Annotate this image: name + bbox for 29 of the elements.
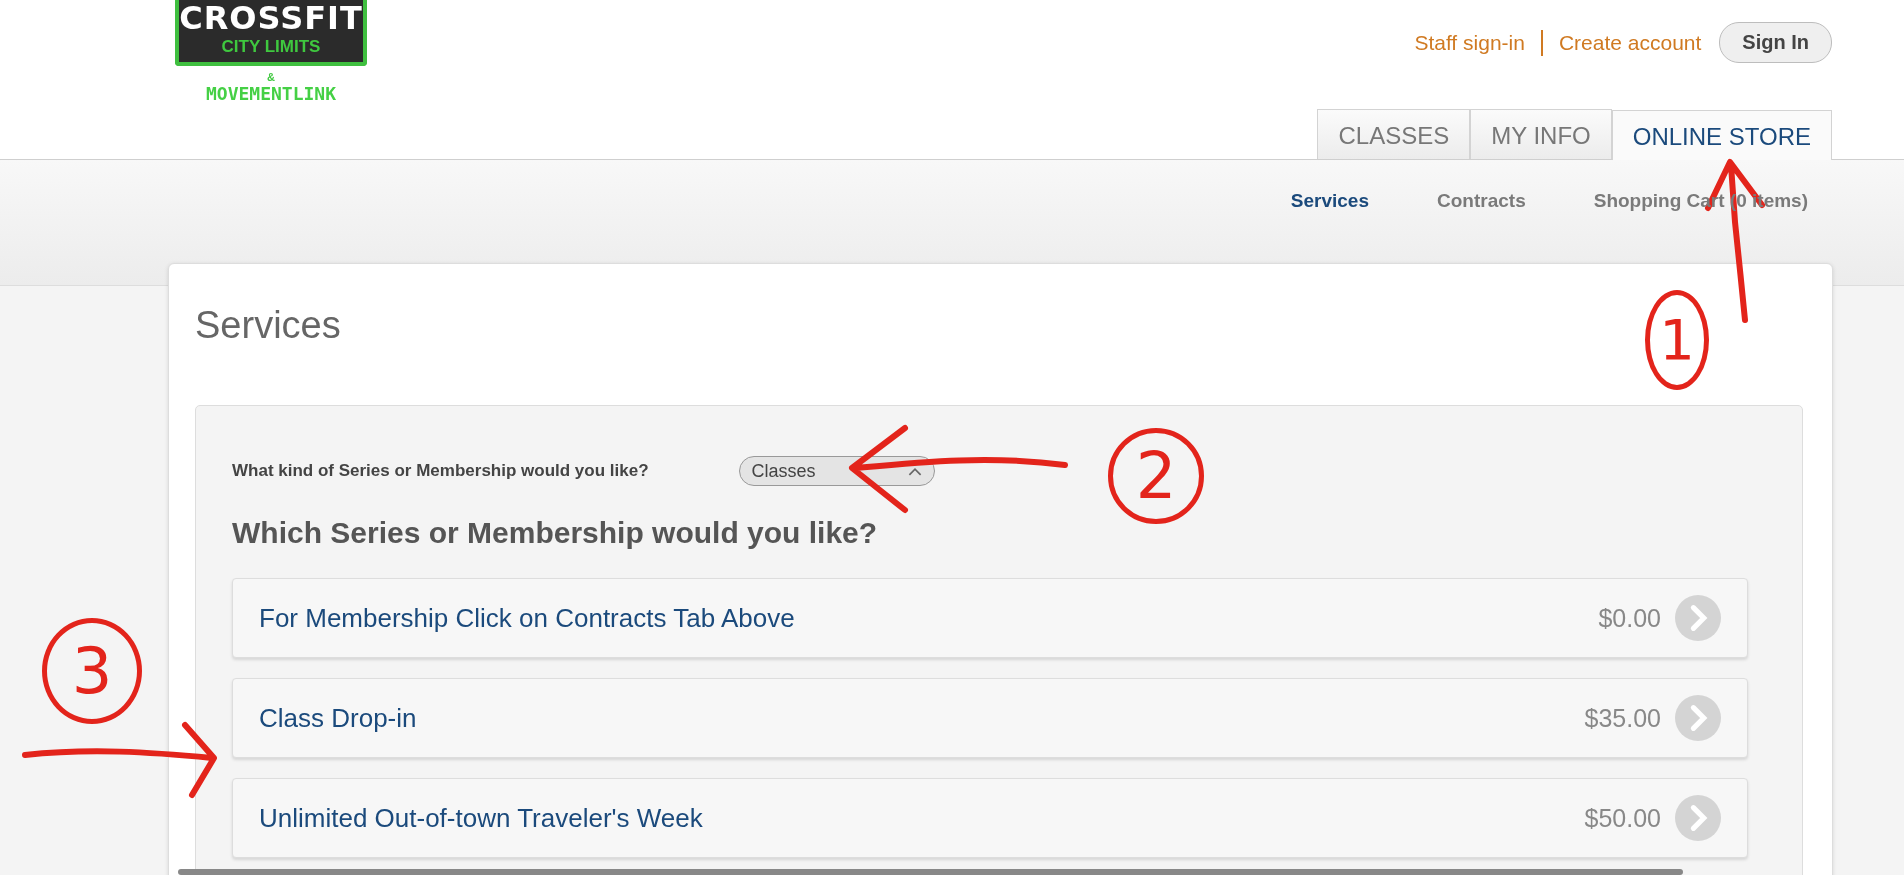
logo-subtitle: CITY LIMITS	[221, 36, 321, 58]
service-price: $0.00	[1598, 603, 1661, 633]
list-heading: Which Series or Membership would you like?	[232, 516, 879, 550]
page-title: Services	[195, 304, 341, 347]
nav-tab[interactable]: ONLINE STORE	[1611, 110, 1832, 160]
logo-partner: MOVEMENTLINK	[205, 84, 336, 104]
service-row[interactable]: Class Drop-in $35.00	[232, 678, 1748, 758]
nav-tab[interactable]: CLASSES	[1317, 109, 1471, 159]
service-name: Unlimited Out-of-town Traveler's Week	[259, 802, 703, 834]
logo-ampersand: &	[267, 70, 275, 84]
annotation-number: 1	[1645, 290, 1709, 390]
subnav-link[interactable]: Services	[1290, 190, 1369, 212]
nav-tab[interactable]: MY INFO	[1470, 109, 1612, 159]
service-name: Class Drop-in	[259, 702, 417, 734]
caret-icon	[907, 466, 922, 476]
service-row[interactable]: Unlimited Out-of-town Traveler's Week $50.00	[232, 778, 1748, 858]
logo-title: CROSSFIT	[179, 0, 363, 36]
question-label: What kind of Series or Membership would you like?	[232, 461, 649, 481]
annotation-number: 2	[1108, 428, 1204, 524]
subnav-link[interactable]: Contracts	[1437, 190, 1526, 212]
chevron-icon[interactable]	[1675, 595, 1721, 641]
service-price: $50.00	[1584, 803, 1661, 833]
annotation-number: 3	[42, 618, 142, 724]
service-row[interactable]: For Membership Click on Contracts Tab Above $0.00	[232, 578, 1748, 658]
chevron-icon[interactable]	[1675, 695, 1721, 741]
service-price: $35.00	[1584, 703, 1661, 733]
chevron-icon[interactable]	[1675, 795, 1721, 841]
service-name: For Membership Click on Contracts Tab Above	[259, 602, 795, 634]
sign-in-button[interactable]: Sign In	[1719, 22, 1832, 63]
